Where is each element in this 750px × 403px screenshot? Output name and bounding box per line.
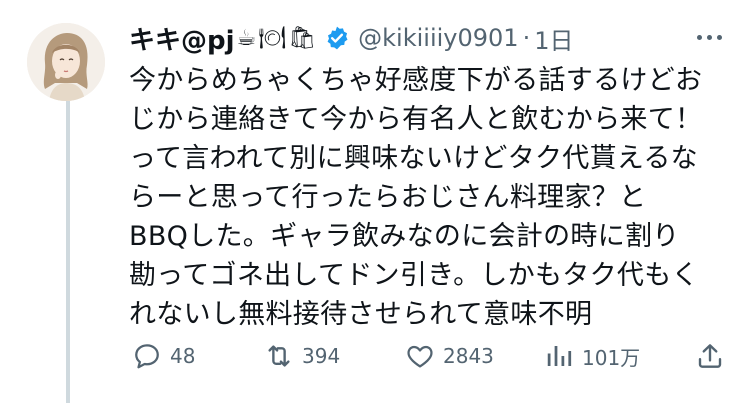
- author-name[interactable]: キキ@pj: [129, 20, 235, 57]
- more-dot: [707, 34, 712, 40]
- plate-emoji: 🍽: [258, 25, 287, 51]
- thread-line: [66, 98, 70, 403]
- verified-badge-icon: [324, 25, 350, 51]
- action-bar: 48 394 2843 101万: [129, 337, 724, 377]
- retweet-count: 394: [302, 344, 341, 368]
- tweet-line: って言われて別に興味ないけどタク代貰えるな: [129, 143, 698, 174]
- share-icon: [698, 344, 722, 368]
- more-dot: [717, 34, 722, 40]
- tweet-line: 勘ってゴネ出してドン引き。しかもタク代もく: [129, 260, 699, 291]
- reply-button[interactable]: 48: [132, 341, 195, 371]
- tweet-header: キキ@pj ☕ 🍽 🛍 @kikiiiiy0901 · 1日: [129, 18, 689, 58]
- avatar[interactable]: [27, 23, 105, 101]
- tweet-line: BBQした。ギャラ飲みなのに会計の時に割り: [129, 221, 680, 252]
- reply-icon: [135, 344, 159, 369]
- author-handle[interactable]: @kikiiiiy0901: [358, 24, 518, 52]
- timestamp[interactable]: 1日: [534, 21, 573, 56]
- more-icon[interactable]: [697, 22, 722, 52]
- retweet-button[interactable]: 394: [264, 341, 340, 371]
- reply-count: 48: [170, 344, 196, 368]
- more-dot: [697, 34, 702, 40]
- like-button[interactable]: 2843: [405, 341, 494, 371]
- like-icon: [407, 345, 433, 368]
- separator-dot: ·: [522, 24, 531, 52]
- like-count: 2843: [443, 344, 494, 368]
- views-button[interactable]: 101万: [544, 341, 640, 371]
- tweet-line: 今からめちゃくちゃ好感度下がる話するけどお: [129, 65, 703, 96]
- views-count: 101万: [582, 345, 641, 370]
- share-button[interactable]: [695, 341, 725, 371]
- coffee-emoji: ☕: [236, 25, 257, 51]
- views-icon: [547, 346, 572, 366]
- tweet-line: れないし無料接待させられて意味不明: [129, 299, 593, 330]
- tweet-line: らーと思って行ったらおじさん料理家？と: [129, 182, 647, 213]
- tweet-line: じから連絡きて今から有名人と飲むから来て！: [129, 104, 703, 135]
- shopping-bags-emoji: 🛍: [288, 25, 317, 51]
- tweet-text: 今からめちゃくちゃ好感度下がる話するけどお じから連絡きて今から有名人と飲むから…: [129, 61, 719, 334]
- retweet-icon: [268, 345, 290, 367]
